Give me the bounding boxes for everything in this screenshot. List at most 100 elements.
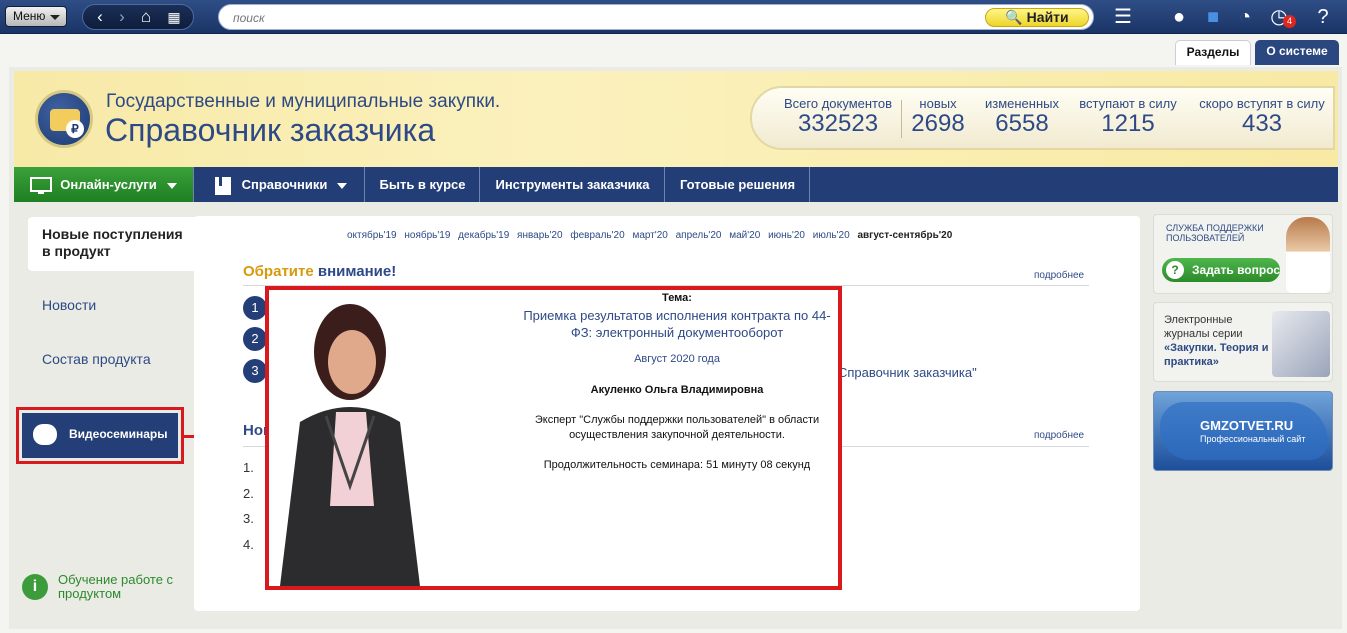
book-icon [214, 176, 231, 195]
popup-title[interactable]: Приемка результатов исполнения контракта… [516, 307, 838, 341]
nav-online-services[interactable]: Онлайн-услуги [14, 167, 194, 202]
promo-site-subtitle: Профессиональный сайт [1200, 434, 1306, 444]
promo-gmzotvet[interactable]: GMZOTVET.RU Профессиональный сайт [1153, 391, 1333, 471]
question-icon: ? [1166, 261, 1184, 279]
stat-value: 332523 [797, 110, 879, 137]
nav-customer-tools[interactable]: Инструменты заказчика [481, 167, 665, 202]
stat-label: Всего документов [784, 96, 892, 111]
month-selector: октябрь'19 ноябрь'19 декабрь'19 январь'2… [347, 230, 957, 241]
more-link[interactable]: подробнее [1034, 430, 1084, 441]
home-icon[interactable]: ⌂ [135, 5, 157, 29]
attention-heading: Обратите внимание! [243, 263, 396, 280]
stat-label: вступают в силу [1079, 96, 1177, 111]
list-number-badge: 3 [243, 359, 267, 383]
stat-new[interactable]: новых 2698 [906, 96, 970, 137]
sidebar-item-label: Новые поступления в продукт [42, 226, 183, 259]
main-nav: Онлайн-услуги Справочники Быть в курсе И… [14, 167, 1338, 202]
month-link[interactable]: февраль'20 [570, 230, 624, 241]
ask-question-button[interactable]: ? Задать вопрос [1162, 258, 1280, 282]
user-icon[interactable]: ● [1168, 6, 1190, 28]
menu-button[interactable]: Меню [5, 6, 67, 27]
wallet-logo-icon: ₽ [35, 90, 93, 148]
news-list-number: 4. [243, 537, 254, 552]
stat-divider [901, 100, 902, 138]
find-button-label: Найти [1026, 9, 1069, 25]
news-list-number: 2. [243, 486, 254, 501]
stat-value: 1215 [1101, 110, 1155, 137]
support-operator-image [1286, 217, 1330, 293]
promo-support[interactable]: СЛУЖБА ПОДДЕРЖКИ ПОЛЬЗОВАТЕЛЕЙ ? Задать в… [1153, 214, 1333, 294]
monitor-icon [30, 176, 53, 194]
sidebar-item-video-seminars[interactable]: Видеосеминары [16, 407, 184, 464]
list-number-badge: 2 [243, 327, 267, 351]
clock-check-icon[interactable]: ◔ [1234, 6, 1256, 28]
tab-sections[interactable]: Разделы [1175, 40, 1251, 65]
forward-icon[interactable]: › [113, 5, 131, 29]
promo-site-name: GMZOTVET.RU [1200, 418, 1294, 433]
books-image [1272, 311, 1330, 377]
tab-about-system[interactable]: О системе [1255, 40, 1339, 65]
brand-title: Справочник заказчика [105, 112, 436, 148]
more-link[interactable]: подробнее [1034, 270, 1084, 281]
month-link[interactable]: май'20 [729, 230, 760, 241]
month-link[interactable]: апрель'20 [676, 230, 722, 241]
month-link[interactable]: июнь'20 [768, 230, 805, 241]
popup-date: Август 2020 года [634, 353, 720, 365]
menu-button-label: Меню [13, 9, 46, 23]
chevron-down-icon [166, 182, 177, 189]
popup-author: Акуленко Ольга Владимировна [590, 384, 764, 396]
month-link[interactable]: декабрь'19 [458, 230, 509, 241]
stat-label: скоро вступят в силу [1199, 96, 1325, 111]
sidebar-item-contents[interactable]: Состав продукта [42, 351, 151, 367]
search-input[interactable] [233, 9, 973, 26]
help-icon[interactable]: ? [1312, 6, 1334, 28]
learn-product-link[interactable]: Обучение работе с продуктом [58, 573, 188, 601]
promo-journals[interactable]: Электронные журналы серии «Закупки. Теор… [1153, 302, 1333, 382]
stat-value: 2698 [911, 110, 965, 137]
attention-rest: внимание! [313, 263, 397, 280]
list-number-badge: 1 [243, 296, 267, 320]
stat-value: 433 [1241, 110, 1283, 137]
sidebar-item-new-arrivals[interactable]: Новые поступления в продукт [28, 217, 196, 271]
month-link[interactable]: ноябрь'19 [404, 230, 450, 241]
stat-in-force[interactable]: вступают в силу 1215 [1076, 96, 1180, 137]
month-link[interactable]: октябрь'19 [347, 230, 397, 241]
video-camera-icon [33, 424, 57, 445]
nav-be-informed[interactable]: Быть в курсе [366, 167, 480, 202]
promo-journals-label: Электронные журналы серии [1164, 314, 1243, 340]
ask-question-label: Задать вопрос [1192, 263, 1281, 277]
hamburger-icon[interactable]: ☰ [1112, 6, 1134, 28]
attention-prefix: Обратите [243, 263, 314, 280]
document-stats: Всего документов 332523 новых 2698 изменен… [750, 86, 1335, 150]
month-link[interactable]: июль'20 [813, 230, 850, 241]
nav-button-group: ‹ › ⌂ ▦ [82, 4, 194, 30]
promo-journals-name: «Закупки. Теория и практика» [1164, 342, 1269, 368]
popup-theme-label: Тема: [662, 292, 692, 304]
nav-ready-solutions[interactable]: Готовые решения [666, 167, 810, 202]
video-button-label: Видеосеминары [69, 427, 168, 441]
speaker-photo [280, 304, 420, 586]
nav-reference[interactable]: Справочники [195, 167, 365, 202]
brand-subtitle: Государственные и муниципальные закупки. [106, 91, 501, 112]
stat-label: измененных [984, 96, 1059, 111]
month-link[interactable]: январь'20 [517, 230, 563, 241]
attention-item-text[interactable]: Справочник заказчика" [838, 365, 977, 380]
notification-badge: 4 [1283, 15, 1296, 28]
month-link[interactable]: март'20 [632, 230, 667, 241]
month-link-current[interactable]: август-сентябрь'20 [857, 230, 952, 241]
sidebar-item-news[interactable]: Новости [42, 297, 96, 313]
folder-icon[interactable]: ■ [1202, 6, 1224, 28]
info-icon[interactable]: i [22, 574, 48, 600]
find-button[interactable]: 🔍 Найти [985, 8, 1089, 27]
back-icon[interactable]: ‹ [91, 5, 109, 29]
stat-changed[interactable]: измененных 6558 [980, 96, 1064, 137]
grid-icon[interactable]: ▦ [163, 5, 185, 29]
popup-duration: Продолжительность семинара: 51 минуту 08… [543, 459, 811, 471]
news-list-number: 3. [243, 511, 254, 526]
stat-total[interactable]: Всего документов 332523 [780, 96, 896, 137]
stat-value: 6558 [995, 110, 1049, 137]
search-box: 🔍 Найти [218, 4, 1094, 30]
nav-label: Онлайн-услуги [60, 177, 157, 192]
stat-soon[interactable]: скоро вступят в силу 433 [1196, 96, 1328, 137]
ruble-icon: ₽ [66, 120, 84, 138]
